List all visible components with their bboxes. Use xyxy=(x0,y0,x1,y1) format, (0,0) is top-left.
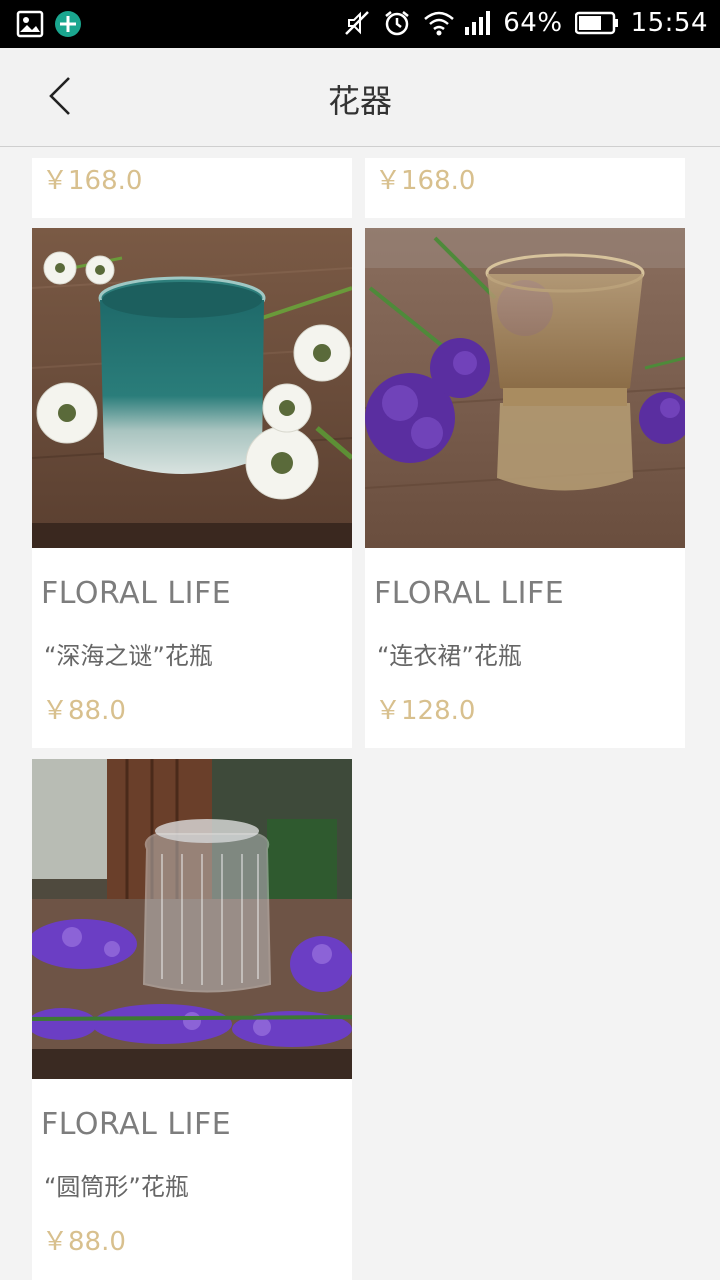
product-price: ￥88.0 xyxy=(42,696,126,726)
product-price: ￥168.0 xyxy=(42,166,143,196)
plus-circle-icon xyxy=(54,10,82,38)
product-image xyxy=(32,228,352,548)
product-name: “圆筒形”花瓶 xyxy=(44,1173,189,1201)
product-card[interactable]: FLORAL LIFE “深海之谜”花瓶 ￥88.0 xyxy=(32,228,352,748)
battery-percent: 64% xyxy=(503,8,563,38)
page-title: 花器 xyxy=(327,82,392,120)
product-card[interactable]: ￥168.0 xyxy=(365,158,685,218)
product-brand: FLORAL LIFE xyxy=(41,576,232,611)
product-name: “连衣裙”花瓶 xyxy=(377,642,522,670)
alarm-icon xyxy=(383,9,411,37)
product-image xyxy=(32,759,352,1079)
product-card[interactable]: FLORAL LIFE “圆筒形”花瓶 ￥88.0 xyxy=(32,759,352,1280)
mute-icon xyxy=(343,9,371,37)
gallery-icon xyxy=(16,10,44,38)
product-price: ￥88.0 xyxy=(42,1227,126,1257)
battery-icon xyxy=(574,9,619,37)
signal-icon xyxy=(463,9,491,37)
product-image xyxy=(365,228,685,548)
product-card[interactable]: ￥168.0 xyxy=(32,158,352,218)
product-card[interactable]: FLORAL LIFE “连衣裙”花瓶 ￥128.0 xyxy=(365,228,685,748)
app-bar: 花器 xyxy=(0,48,720,147)
product-name: “深海之谜”花瓶 xyxy=(44,642,213,670)
product-price: ￥168.0 xyxy=(375,166,476,196)
product-price: ￥128.0 xyxy=(375,696,476,726)
status-bar: 64% 15:54 xyxy=(0,0,720,48)
product-brand: FLORAL LIFE xyxy=(374,576,565,611)
wifi-icon xyxy=(423,9,455,37)
product-grid[interactable]: ￥168.0 ￥168.0 FLORAL LIFE “深海之谜”花瓶 ￥88.0… xyxy=(0,148,720,1280)
clock: 15:54 xyxy=(630,8,708,38)
product-brand: FLORAL LIFE xyxy=(41,1107,232,1142)
